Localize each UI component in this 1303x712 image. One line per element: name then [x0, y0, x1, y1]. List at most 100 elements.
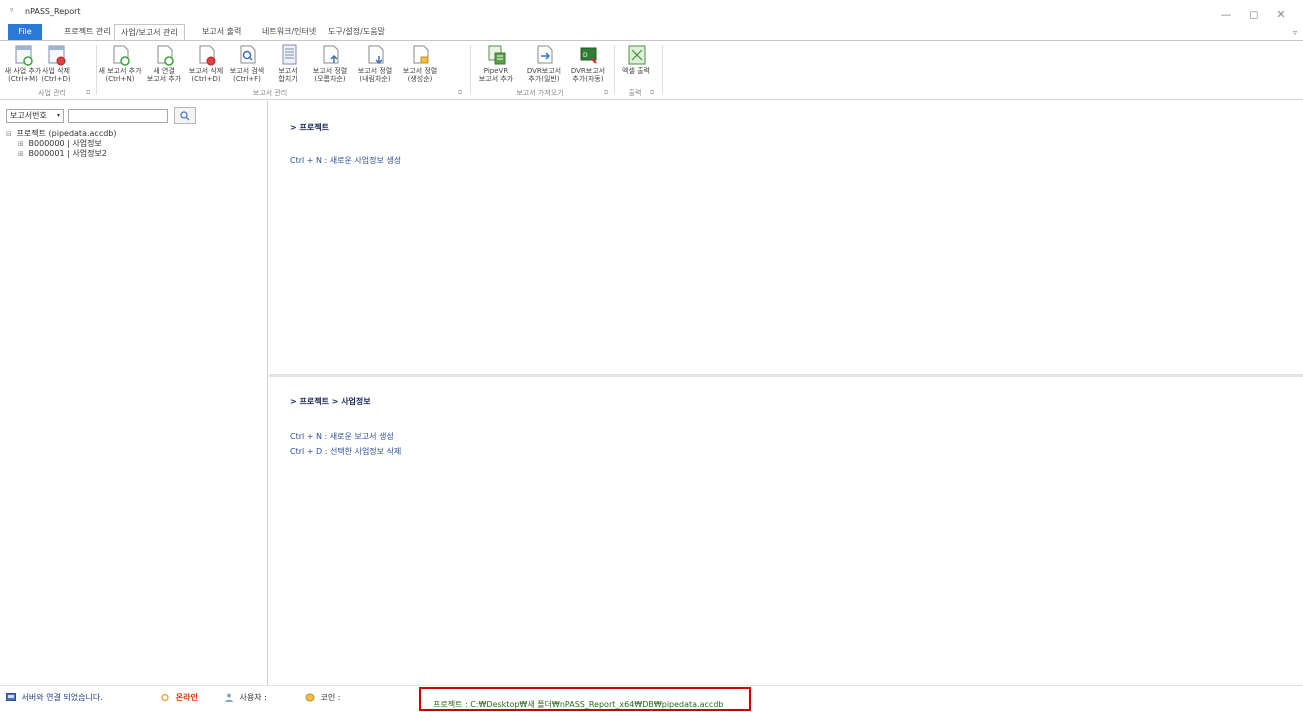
group-label-output: 출력 [628, 89, 642, 97]
dvr-import-icon [537, 45, 553, 64]
add-linked-report-label: 새 연결 보고서 추가 [146, 67, 182, 83]
doc-add-icon [157, 45, 174, 66]
shortcut-hint: Ctrl + N : 새로운 보고서 생성 [290, 432, 394, 441]
left-panel: 보고서번호 ▾ ⊟ 프로젝트 (pipedata.accdb) ⊞ B00000… [0, 101, 268, 685]
tree-node-project[interactable]: ⊟ 프로젝트 (pipedata.accdb) [6, 129, 117, 139]
expand-icon[interactable]: ⊞ [18, 149, 26, 159]
close-button[interactable]: ✕ [1274, 9, 1288, 21]
add-dvr-report-general-label: DVR보고서 추가(일반) [526, 67, 562, 83]
user-status-text: 사용자 : [239, 693, 267, 702]
pipevr-icon [488, 45, 506, 65]
sort-asc-icon [323, 45, 339, 64]
add-dvr-report-auto-label: DVR보고서 추가(자동) [570, 67, 606, 83]
tree-node-label: 프로젝트 (pipedata.accdb) [16, 129, 117, 138]
server-icon [6, 693, 16, 701]
project-tree: ⊟ 프로젝트 (pipedata.accdb) ⊞ B000000 | 사업정보… [6, 129, 117, 159]
coin-icon [305, 693, 315, 702]
title-bar: ▿ nPASS_Report — ◻ ✕ [0, 0, 1303, 24]
ribbon: 새 사업 추가 (Ctrl+M) 사업 삭제 (Ctrl+D) 새 보고서 추가… [0, 40, 1303, 100]
tree-node-business[interactable]: ⊞ B000000 | 사업정보 [6, 139, 117, 149]
add-pipevr-report-label: PipeVR 보고서 추가 [478, 67, 514, 83]
expand-icon[interactable]: ⊞ [18, 139, 26, 149]
dvr-auto-icon: D [580, 47, 597, 64]
excel-export-label: 엑셀 출력 [622, 67, 650, 75]
tab-network-internet[interactable]: 네트워크/인터넷 [256, 24, 322, 40]
collapse-icon[interactable]: ⊟ [6, 129, 14, 139]
connection-status-text: 서버와 연결 되었습니다. [21, 693, 103, 702]
add-dvr-report-auto-button[interactable]: D DVR보고서 추가(자동) [570, 44, 606, 90]
search-field-select[interactable]: 보고서번호 ▾ [6, 109, 64, 123]
tree-node-label: B000000 | 사업정보 [28, 139, 102, 148]
tab-business-report-management[interactable]: 사업/보고서 관리 [114, 24, 185, 41]
restore-button[interactable]: ◻ [1247, 9, 1261, 21]
doc-search-icon [240, 45, 256, 64]
svg-text:D: D [583, 52, 588, 59]
add-report-button[interactable]: 새 보고서 추가 (Ctrl+N) [98, 44, 142, 90]
tab-tools-settings-help[interactable]: 도구/설정/도움말 [322, 24, 391, 40]
search-input[interactable] [68, 109, 168, 123]
delete-report-button[interactable]: 보고서 삭제 (Ctrl+D) [188, 44, 224, 90]
doc-delete-icon [199, 45, 216, 66]
connection-status: 서버와 연결 되었습니다. [6, 692, 103, 703]
project-path-highlight: 프로젝트 : C:₩Desktop₩새 폴더₩nPASS_Report_x64₩… [419, 687, 751, 711]
tab-project-management[interactable]: 프로젝트 관리 [58, 24, 117, 40]
project-path-text: 프로젝트 : C:₩Desktop₩새 폴더₩nPASS_Report_x64₩… [433, 700, 724, 709]
project-info-pane: > 프로젝트 Ctrl + N : 새로운 사업정보 생성 [269, 101, 1303, 376]
merge-report-button[interactable]: 보고서 합치기 [270, 44, 306, 90]
sort-desc-button[interactable]: 보고서 정렬 (내림차순) [357, 44, 393, 90]
doc-add-icon [113, 45, 130, 66]
merge-report-label: 보고서 합치기 [278, 67, 298, 83]
group-launcher-icon[interactable]: ⧉ [458, 89, 462, 97]
tree-node-label: B000001 | 사업정보2 [28, 149, 107, 158]
excel-export-button[interactable]: 엑셀 출력 [618, 44, 654, 90]
excel-export-icon [628, 45, 646, 65]
tab-report-output[interactable]: 보고서 출력 [196, 24, 247, 40]
coin-status: 코인 : [305, 692, 341, 703]
tab-file[interactable]: File [8, 24, 42, 40]
group-launcher-icon[interactable]: ⧉ [86, 89, 90, 97]
sort-asc-button[interactable]: 보고서 정렬 (오름차순) [312, 44, 348, 90]
doc-delete-icon [48, 45, 66, 66]
chevron-down-icon: ▾ [56, 112, 60, 119]
search-report-label: 보고서 검색 (Ctrl+F) [229, 67, 265, 83]
coin-status-text: 코인 : [320, 693, 341, 702]
add-report-label: 새 보고서 추가 (Ctrl+N) [98, 67, 142, 83]
search-field-value: 보고서번호 [10, 111, 47, 120]
group-separator [96, 45, 97, 95]
delete-business-button[interactable]: 사업 삭제 (Ctrl+D) [38, 44, 74, 90]
sort-desc-label: 보고서 정렬 (내림차순) [357, 67, 393, 83]
search-icon [180, 111, 190, 121]
status-dot-icon [161, 693, 169, 702]
group-launcher-icon[interactable]: ⧉ [604, 89, 608, 97]
pane-breadcrumb: > 프로젝트 [290, 123, 329, 132]
group-separator [470, 45, 471, 95]
search-button[interactable] [174, 107, 196, 124]
group-label-business: 사업 관리 [38, 89, 66, 97]
pane-breadcrumb: > 프로젝트 > 사업정보 [290, 397, 371, 406]
sort-desc-icon [368, 45, 384, 65]
group-label-report: 보고서 관리 [252, 89, 288, 97]
tree-node-business[interactable]: ⊞ B000001 | 사업정보2 [6, 149, 117, 159]
delete-business-label: 사업 삭제 (Ctrl+D) [41, 67, 71, 83]
online-status-text: 온라인 [175, 693, 198, 702]
group-launcher-icon[interactable]: ⧉ [650, 89, 654, 97]
minimize-button[interactable]: — [1219, 9, 1233, 21]
ribbon-tabs: File 프로젝트 관리 사업/보고서 관리 보고서 출력 네트워크/인터넷 도… [0, 24, 1303, 41]
add-pipevr-report-button[interactable]: PipeVR 보고서 추가 [478, 44, 514, 90]
user-icon [225, 693, 233, 702]
online-status: 온라인 [160, 692, 198, 703]
business-info-pane: > 프로젝트 > 사업정보 Ctrl + N : 새로운 보고서 생성 Ctrl… [269, 377, 1303, 685]
group-separator [662, 45, 663, 95]
sort-created-icon [413, 45, 429, 64]
user-status: 사용자 : [224, 692, 267, 703]
add-linked-report-button[interactable]: 새 연결 보고서 추가 [146, 44, 182, 90]
doc-merge-icon [282, 44, 297, 65]
add-dvr-report-general-button[interactable]: DVR보고서 추가(일반) [526, 44, 562, 90]
ribbon-options-icon[interactable]: ▿ [1293, 28, 1297, 37]
sort-asc-label: 보고서 정렬 (오름차순) [312, 67, 348, 83]
sort-created-button[interactable]: 보고서 정렬 (생성순) [402, 44, 438, 90]
search-report-button[interactable]: 보고서 검색 (Ctrl+F) [229, 44, 265, 90]
group-label-import: 보고서 가져오기 [516, 89, 564, 97]
app-menu-icon[interactable]: ▿ [10, 6, 14, 14]
sort-created-label: 보고서 정렬 (생성순) [402, 67, 438, 83]
